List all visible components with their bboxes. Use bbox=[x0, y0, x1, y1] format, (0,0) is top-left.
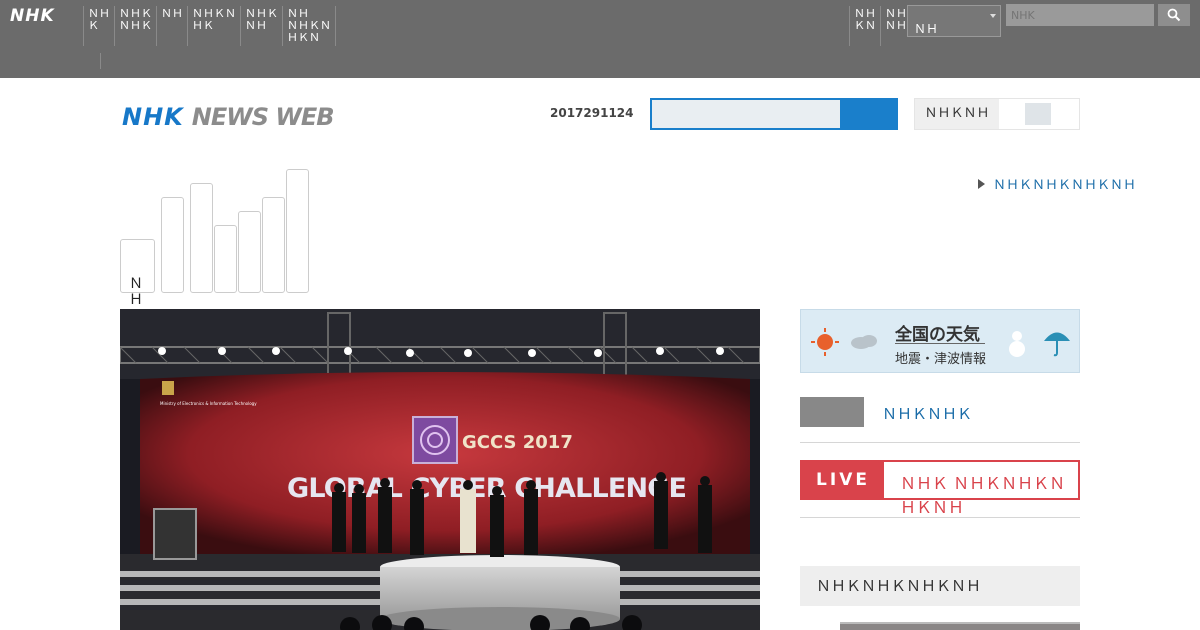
category-tab[interactable] bbox=[286, 169, 309, 293]
hero-sponsor-text: Ministry of Electronics & Information Te… bbox=[160, 401, 257, 406]
tab-home[interactable]: ＮＨ ＫＮ bbox=[120, 239, 155, 340]
hero-banner-title: GCCS 2017 bbox=[462, 432, 573, 453]
category-tab[interactable] bbox=[190, 183, 213, 293]
sub-link[interactable]: ＮＨＫＮＨＫ bbox=[882, 403, 972, 424]
date-display: 2017291124 bbox=[550, 106, 634, 120]
global-nav-item[interactable]: ＮＨ ＫＮ bbox=[849, 6, 880, 46]
language-switcher: ＮＨＫＮＨ bbox=[914, 98, 1080, 130]
global-nav-divider bbox=[335, 6, 337, 46]
hero-news-image[interactable]: Ministry of Electronics & Information Te… bbox=[120, 309, 760, 630]
topic-link[interactable]: ＮＨＫＮＨＫＮＨＫＮＨ bbox=[978, 174, 1136, 193]
weather-title: 全国の天気 bbox=[895, 325, 980, 345]
nhk-logo[interactable]: NHK bbox=[10, 6, 55, 26]
global-nav-item[interactable]: ＮＨＫ ＮＨ bbox=[240, 6, 282, 46]
logo-news-web-text: NEWS WEB bbox=[191, 103, 335, 131]
hero-photo: Ministry of Electronics & Information Te… bbox=[120, 309, 760, 630]
nhk-news-web-logo[interactable]: NHK NEWS WEB bbox=[122, 103, 335, 131]
chevron-down-icon bbox=[990, 14, 996, 18]
weather-subtitle: 地震・津波情報 bbox=[895, 352, 987, 367]
topic-link-label: ＮＨＫＮＨＫＮＨＫＮＨ bbox=[993, 178, 1137, 193]
live-stream-banner[interactable]: LIVE ＮＨＫ ＮＨＫＮＨＫＮＨＫＮＨ bbox=[800, 460, 1080, 517]
weather-divider bbox=[895, 343, 985, 344]
site-search bbox=[650, 98, 898, 130]
category-tab[interactable] bbox=[238, 211, 261, 293]
hero-banner-subtitle: GLOBAL CYBER CHALLENGE bbox=[287, 473, 687, 504]
region-select-value: ＮＨ bbox=[914, 22, 939, 36]
sub-link-row: ＮＨＫＮＨＫ bbox=[800, 397, 1080, 443]
global-nav-item[interactable]: ＮＨ bbox=[156, 6, 187, 46]
language-toggle[interactable] bbox=[1025, 103, 1051, 125]
live-badge: LIVE bbox=[802, 462, 884, 498]
triangle-right-icon bbox=[978, 179, 985, 189]
global-nav-item[interactable]: ＮＨＫＮ ＨＫ bbox=[187, 6, 240, 46]
global-nav-divider bbox=[100, 53, 101, 69]
divider bbox=[800, 517, 1080, 518]
umbrella-icon bbox=[1044, 332, 1070, 357]
category-tab[interactable] bbox=[161, 197, 184, 293]
category-tab[interactable] bbox=[262, 197, 285, 293]
global-nav-bar: NHK ＮＨ Ｋ ＮＨＫ ＮＨＫ ＮＨ ＮＨＫＮ ＨＫ ＮＨＫ ＮＨ ＮＨ ＮＨ… bbox=[0, 0, 1200, 78]
cloud-icon bbox=[851, 335, 877, 349]
sun-icon bbox=[811, 328, 839, 356]
ranking-thumbnail[interactable] bbox=[840, 622, 1080, 630]
ranking-header: ＮＨＫＮＨＫＮＨＫＮＨ bbox=[800, 566, 1080, 606]
global-nav-item[interactable]: ＮＨＫ ＮＨＫ bbox=[114, 6, 156, 46]
weather-banner[interactable]: 全国の天気 地震・津波情報 bbox=[800, 309, 1080, 373]
global-nav: ＮＨ Ｋ ＮＨＫ ＮＨＫ ＮＨ ＮＨＫＮ ＨＫ ＮＨＫ ＮＨ ＮＨ ＮＨＫＮ Ｈ… bbox=[83, 6, 337, 46]
global-nav-item[interactable]: ＮＨ Ｋ bbox=[83, 6, 114, 46]
site-search-button[interactable] bbox=[840, 98, 898, 130]
sub-link-thumbnail[interactable] bbox=[800, 397, 864, 427]
category-tab[interactable] bbox=[214, 225, 237, 293]
global-search-button[interactable] bbox=[1158, 4, 1190, 26]
logo-nhk-text: NHK bbox=[122, 103, 184, 131]
snowman-icon bbox=[1009, 331, 1025, 357]
region-select[interactable]: ＮＨ bbox=[907, 5, 1001, 37]
global-nav-item[interactable]: ＮＨ ＮＨＫＮ ＨＫＮ bbox=[282, 6, 335, 46]
live-stream-title: ＮＨＫ ＮＨＫＮＨＫＮＨＫＮＨ bbox=[900, 474, 1066, 517]
search-icon bbox=[1167, 8, 1181, 22]
site-search-input[interactable] bbox=[652, 100, 840, 128]
language-label: ＮＨＫＮＨ bbox=[915, 99, 999, 129]
global-search-input[interactable] bbox=[1006, 4, 1154, 26]
